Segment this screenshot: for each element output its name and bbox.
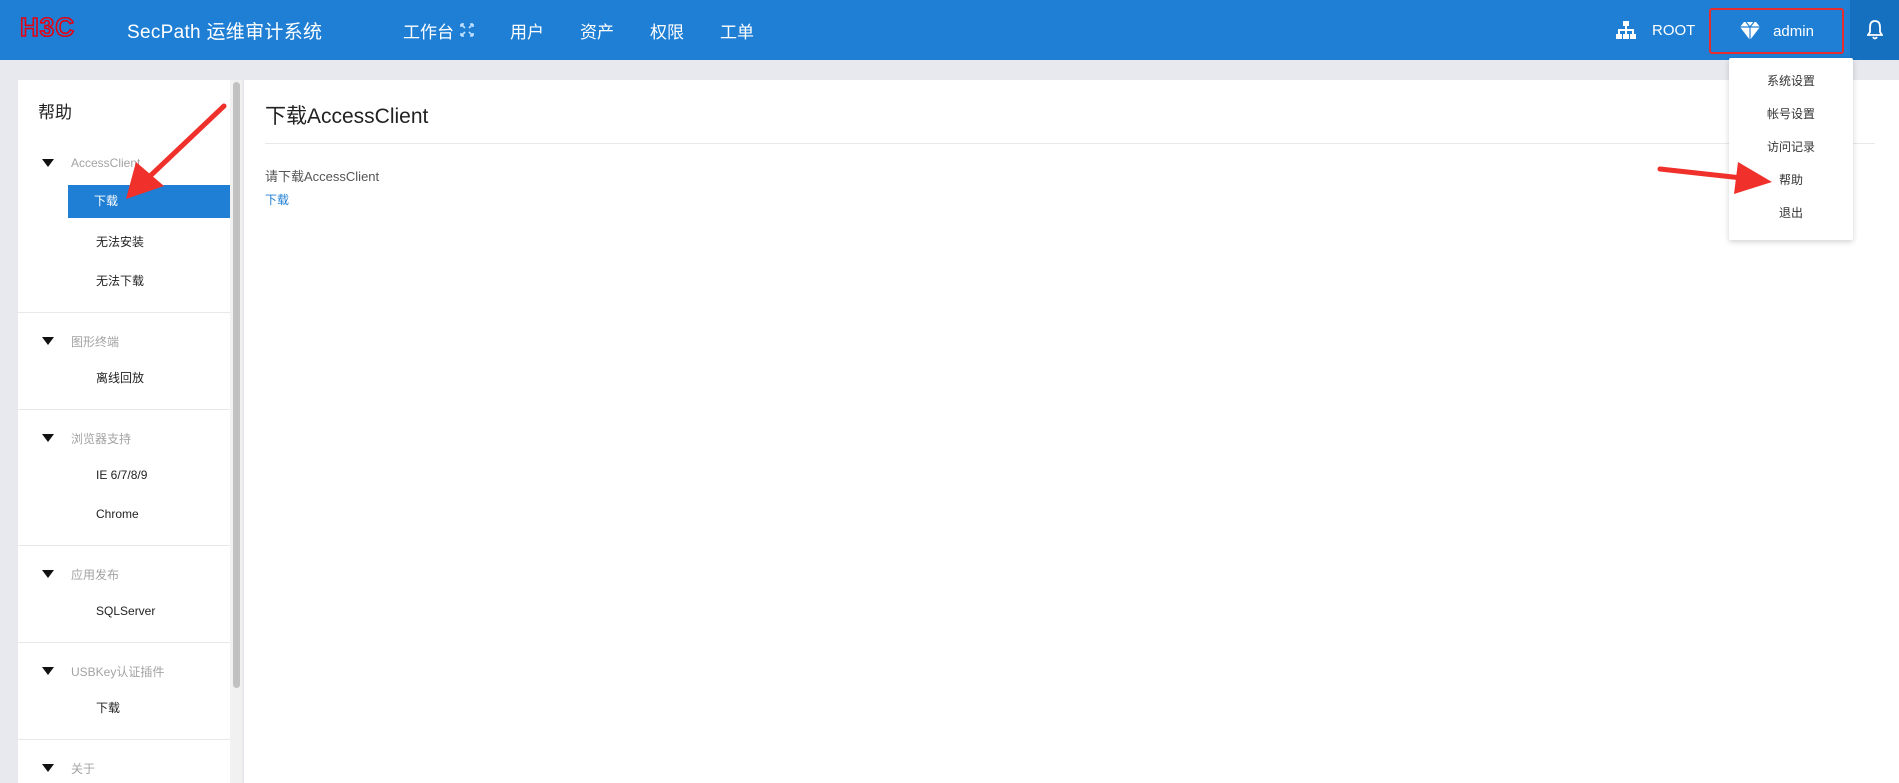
user-menu-trigger[interactable]: admin [1709,8,1844,54]
section-app-publish[interactable]: 应用发布 [18,564,119,584]
menu-item-help[interactable]: 帮助 [1729,164,1853,197]
caret-down-icon[interactable] [42,570,54,578]
expand-icon[interactable] [460,23,474,37]
bell-icon [1866,20,1883,40]
download-link[interactable]: 下载 [265,191,289,208]
section-usbkey-plugin[interactable]: USBKey认证插件 [18,661,164,681]
divider [18,545,230,546]
nav-tickets[interactable]: 工单 [720,18,754,43]
sidebar-scroll-thumb[interactable] [233,82,240,688]
h3c-logo[interactable]: H3C [20,14,104,40]
org-tree-icon [1616,21,1636,39]
section-browser-support[interactable]: 浏览器支持 [18,428,131,448]
caret-down-icon[interactable] [42,159,54,167]
sidebar-item-sqlserver[interactable]: SQLServer [78,595,212,627]
sidebar-item-chrome[interactable]: Chrome [78,498,212,530]
main-content: 下载AccessClient 请下载AccessClient 下载 [244,80,1899,783]
page-title: 下载AccessClient [265,105,429,128]
sidebar-item-download[interactable]: 下载 [68,185,230,218]
sidebar-item-cannot-install[interactable]: 无法安装 [78,226,212,258]
notifications-button[interactable] [1850,0,1899,60]
divider [18,739,230,740]
help-sidebar: 帮助 AccessClient 下载 无法安装 无法下载 图形终端 离线回放 浏… [18,80,242,783]
divider [265,143,1875,144]
sidebar-item-cannot-download[interactable]: 无法下载 [78,265,212,297]
user-dropdown-menu: 系统设置 帐号设置 访问记录 帮助 退出 [1729,58,1853,240]
menu-item-logout[interactable]: 退出 [1729,197,1853,230]
top-bar: H3C SecPath 运维审计系统 工作台 用户 资产 权限 工单 ROOT [0,0,1899,60]
divider [18,642,230,643]
main-nav: 工作台 用户 资产 权限 工单 [403,0,790,60]
sidebar-item-usbkey-download[interactable]: 下载 [78,692,212,724]
nav-assets[interactable]: 资产 [580,18,614,43]
org-label: ROOT [1652,21,1696,39]
nav-permissions[interactable]: 权限 [650,18,684,43]
sidebar-item-offline-playback[interactable]: 离线回放 [78,362,212,394]
menu-item-access-log[interactable]: 访问记录 [1729,131,1853,164]
section-accessclient[interactable]: AccessClient [18,153,140,173]
download-description: 请下载AccessClient [265,169,380,184]
svg-text:H3C: H3C [20,14,75,40]
caret-down-icon[interactable] [42,434,54,442]
org-selector[interactable]: ROOT [1616,0,1695,60]
nav-users[interactable]: 用户 [510,18,544,43]
section-about[interactable]: 关于 [18,758,95,778]
divider [18,409,230,410]
caret-down-icon[interactable] [42,337,54,345]
divider [18,312,230,313]
caret-down-icon[interactable] [42,764,54,772]
sidebar-title: 帮助 [38,103,72,122]
sidebar-item-ie[interactable]: IE 6/7/8/9 [78,459,212,491]
menu-item-account-settings[interactable]: 帐号设置 [1729,98,1853,131]
app-title: SecPath 运维审计系统 [127,22,323,43]
menu-item-system-settings[interactable]: 系统设置 [1729,65,1853,98]
section-graphic-terminal[interactable]: 图形终端 [18,331,119,351]
caret-down-icon[interactable] [42,667,54,675]
diamond-icon [1740,21,1761,40]
username: admin [1773,22,1814,40]
nav-workbench[interactable]: 工作台 [403,18,474,43]
